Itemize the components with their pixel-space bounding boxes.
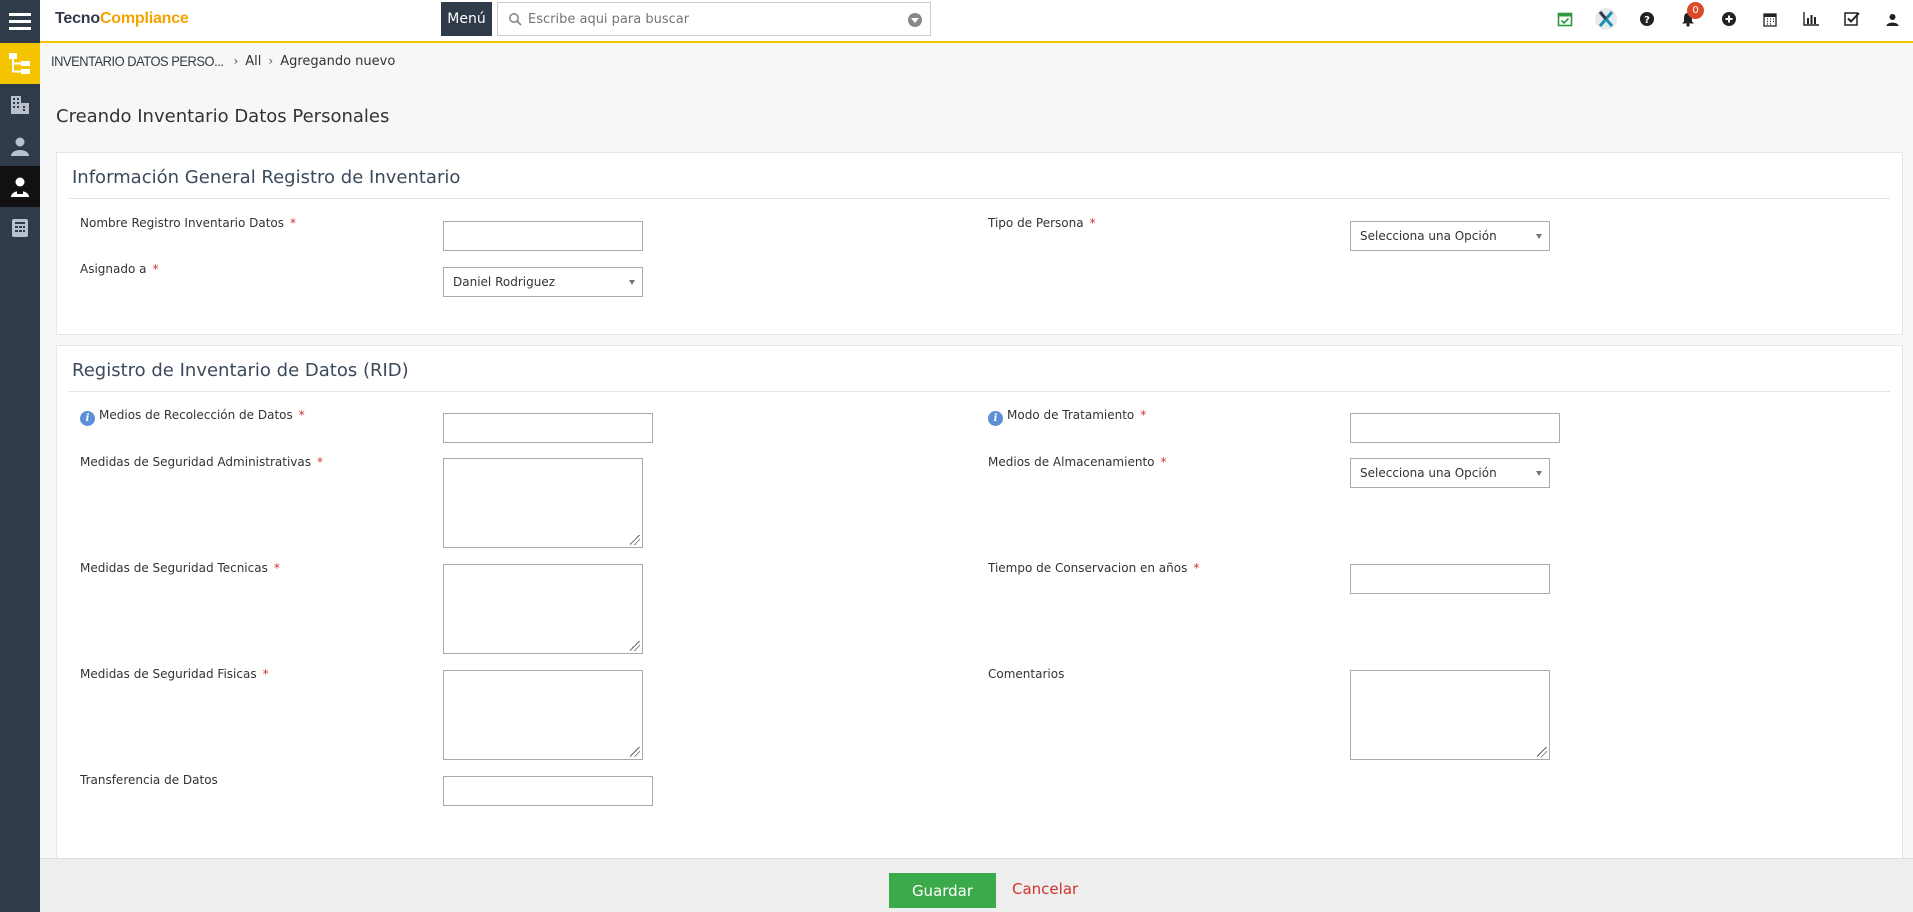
cancel-link[interactable]: Cancelar bbox=[1012, 880, 1078, 898]
modo-tratamiento-input[interactable] bbox=[1350, 413, 1560, 443]
seg-tecnicas-label: Medidas de Seguridad Tecnicas * bbox=[80, 561, 280, 575]
search-dropdown-icon[interactable] bbox=[908, 13, 922, 27]
breadcrumb-all[interactable]: All bbox=[245, 54, 261, 69]
seg-tecnicas-textarea[interactable] bbox=[443, 564, 643, 654]
asignado-label: Asignado a * bbox=[80, 262, 159, 276]
app-logo[interactable]: TecnoCompliance bbox=[55, 10, 189, 28]
medios-recoleccion-label: i Medios de Recolección de Datos * bbox=[80, 408, 305, 426]
asignado-select[interactable]: Daniel Rodriguez bbox=[443, 267, 643, 297]
sidebar-item-building[interactable] bbox=[0, 84, 40, 125]
tiempo-conservacion-input[interactable] bbox=[1350, 564, 1550, 594]
comentarios-label: Comentarios bbox=[988, 667, 1065, 681]
help-icon[interactable]: ? bbox=[1626, 0, 1667, 38]
breadcrumb-current: Agregando nuevo bbox=[280, 53, 396, 69]
required-asterisk: * bbox=[262, 667, 269, 681]
required-asterisk: * bbox=[273, 561, 280, 575]
sidebar-item-org[interactable] bbox=[0, 43, 40, 84]
medios-recoleccion-input[interactable] bbox=[443, 413, 653, 443]
medios-almacenamiento-select[interactable]: Selecciona una Opción bbox=[1350, 458, 1550, 488]
sidebar-item-data-person[interactable] bbox=[0, 166, 40, 207]
svg-text:?: ? bbox=[1644, 15, 1650, 26]
search-input[interactable] bbox=[528, 5, 888, 33]
toolbar-icons: ? 0 bbox=[1544, 0, 1913, 38]
seg-fisicas-label: Medidas de Seguridad Fisicas * bbox=[80, 667, 269, 681]
sidebar-item-document[interactable] bbox=[0, 207, 40, 248]
section-title: Información General Registro de Inventar… bbox=[72, 167, 461, 188]
top-bar: TecnoCompliance Menú ? 0 bbox=[0, 0, 1913, 43]
breadcrumb: INVENTARIO DATOS PERSO... › All › Agrega… bbox=[51, 53, 395, 69]
section-title: Registro de Inventario de Datos (RID) bbox=[72, 360, 409, 381]
x-logo-icon[interactable] bbox=[1585, 0, 1626, 38]
bar-chart-icon[interactable] bbox=[1790, 0, 1831, 38]
required-asterisk: * bbox=[298, 408, 305, 422]
form-footer: Guardar Cancelar bbox=[40, 858, 1913, 912]
required-asterisk: * bbox=[290, 216, 297, 230]
building-icon bbox=[11, 95, 29, 114]
seg-fisicas-textarea[interactable] bbox=[443, 670, 643, 760]
divider bbox=[69, 391, 1890, 392]
required-asterisk: * bbox=[1160, 455, 1167, 469]
chevron-right-icon: › bbox=[268, 54, 274, 68]
calendar-check-icon[interactable] bbox=[1544, 0, 1585, 38]
hamburger-menu-icon[interactable] bbox=[0, 0, 40, 43]
save-button[interactable]: Guardar bbox=[889, 873, 996, 908]
user-icon[interactable] bbox=[1872, 0, 1913, 38]
tipo-persona-select[interactable]: Selecciona una Opción bbox=[1350, 221, 1550, 251]
main-content: INVENTARIO DATOS PERSO... › All › Agrega… bbox=[40, 43, 1913, 912]
chevron-right-icon: › bbox=[233, 54, 239, 68]
info-icon[interactable]: i bbox=[988, 411, 1003, 426]
calendar-icon[interactable] bbox=[1749, 0, 1790, 38]
plus-circle-icon[interactable] bbox=[1708, 0, 1749, 38]
person-badge-icon bbox=[11, 177, 29, 197]
required-asterisk: * bbox=[317, 455, 323, 469]
seg-admin-label: Medidas de Seguridad Administrativas * bbox=[80, 455, 323, 469]
required-asterisk: * bbox=[1193, 561, 1200, 575]
transferencia-label: Transferencia de Datos bbox=[80, 773, 218, 787]
sidebar bbox=[0, 43, 40, 912]
tipo-persona-label: Tipo de Persona * bbox=[988, 216, 1096, 230]
notification-badge: 0 bbox=[1687, 2, 1704, 19]
sidebar-item-person[interactable] bbox=[0, 125, 40, 166]
org-chart-icon bbox=[9, 52, 30, 74]
page-title: Creando Inventario Datos Personales bbox=[56, 106, 390, 127]
required-asterisk: * bbox=[152, 262, 159, 276]
nombre-label: Nombre Registro Inventario Datos * bbox=[80, 216, 297, 230]
checkbox-icon[interactable] bbox=[1831, 0, 1872, 38]
nombre-registro-input[interactable] bbox=[443, 221, 643, 251]
info-icon[interactable]: i bbox=[80, 411, 95, 426]
search-icon bbox=[509, 13, 522, 26]
required-asterisk: * bbox=[1140, 408, 1147, 422]
breadcrumb-module[interactable]: INVENTARIO DATOS PERSO... bbox=[51, 53, 224, 69]
comentarios-textarea[interactable] bbox=[1350, 670, 1550, 760]
divider bbox=[69, 198, 1890, 199]
search-box bbox=[497, 2, 931, 36]
rid-panel: Registro de Inventario de Datos (RID) iM… bbox=[56, 345, 1903, 891]
document-icon bbox=[12, 218, 28, 237]
medios-almacenamiento-label: Medios de Almacenamiento * bbox=[988, 455, 1167, 469]
person-icon bbox=[11, 137, 29, 156]
bell-icon[interactable]: 0 bbox=[1667, 0, 1708, 38]
tiempo-conservacion-label: Tiempo de Conservacion en años * bbox=[988, 561, 1200, 575]
seg-admin-textarea[interactable] bbox=[443, 458, 643, 548]
transferencia-input[interactable] bbox=[443, 776, 653, 806]
required-asterisk: * bbox=[1089, 216, 1096, 230]
menu-button[interactable]: Menú bbox=[441, 2, 492, 36]
general-info-panel: Información General Registro de Inventar… bbox=[56, 152, 1903, 335]
modo-tratamiento-label: i Modo de Tratamiento * bbox=[988, 408, 1146, 426]
